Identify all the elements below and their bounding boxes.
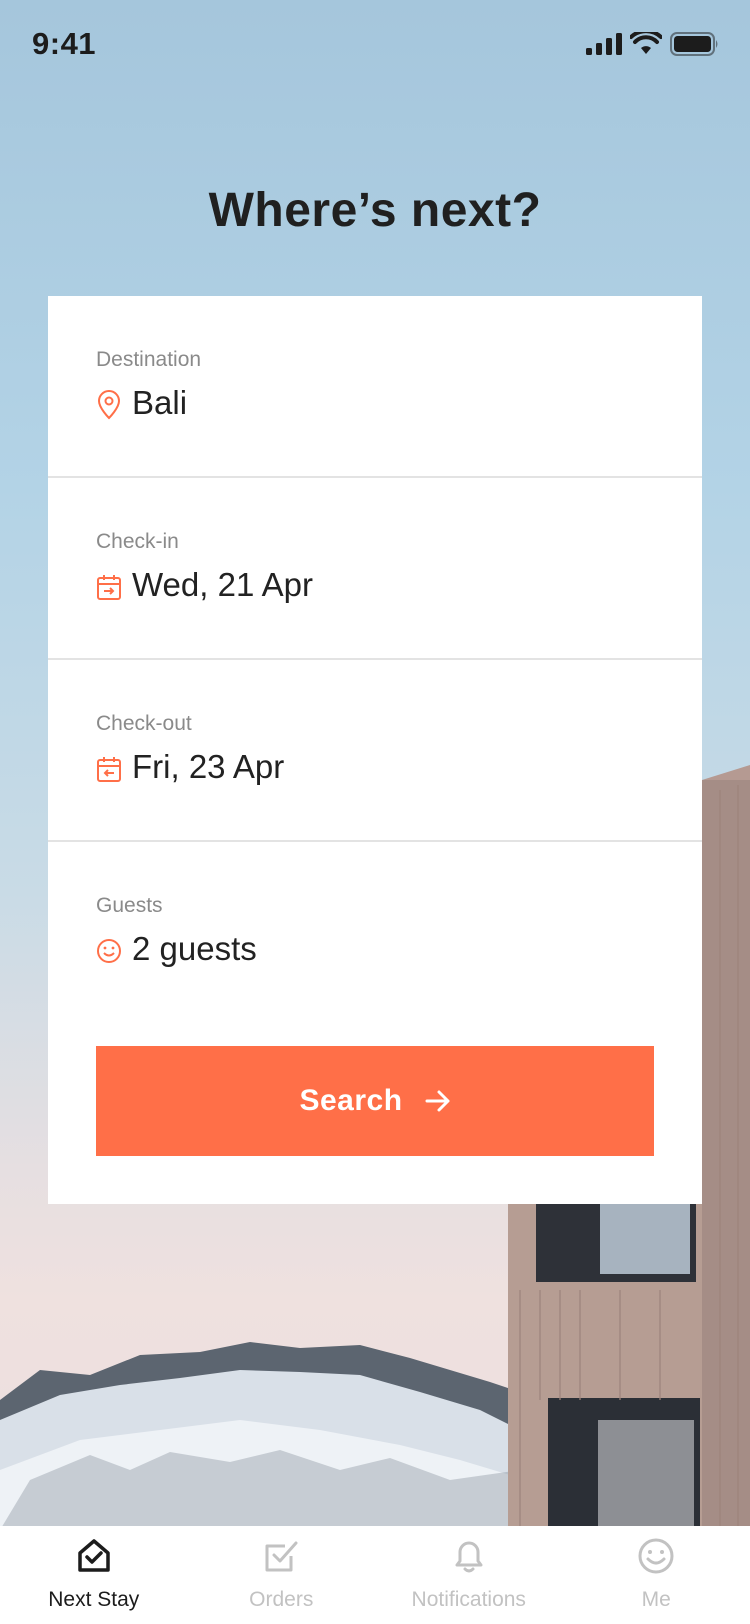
guests-field[interactable]: Guests 2 guests <box>48 842 702 1024</box>
status-bar: 9:41 <box>0 0 750 92</box>
calendar-out-icon <box>97 757 121 782</box>
arrow-right-icon <box>425 1090 450 1112</box>
smiley-icon <box>97 939 121 963</box>
smiley-icon <box>638 1538 674 1574</box>
check-out-field[interactable]: Check-out Fri, 23 Apr <box>48 660 702 842</box>
check-in-label: Check-in <box>96 530 179 553</box>
bell-icon <box>455 1541 483 1573</box>
status-time: 9:41 <box>32 26 97 61</box>
cellular-signal-icon <box>586 33 622 55</box>
search-button[interactable]: Search <box>96 1046 654 1156</box>
location-pin-icon <box>97 390 121 420</box>
tab-label: Next Stay <box>48 1588 140 1611</box>
home-check-icon <box>78 1539 110 1572</box>
destination-label: Destination <box>96 348 202 371</box>
search-button-label: Search <box>299 1084 403 1117</box>
check-out-value: Fri, 23 Apr <box>132 748 285 785</box>
tab-next-stay[interactable]: Next Stay <box>0 1526 188 1624</box>
status-icons <box>586 32 720 56</box>
tab-label: Orders <box>249 1588 314 1611</box>
checkbox-icon <box>265 1541 298 1572</box>
tab-bar: Next Stay Orders Notifications Me <box>0 1526 750 1624</box>
tab-me[interactable]: Me <box>563 1526 750 1624</box>
check-in-field[interactable]: Check-in Wed, 21 Apr <box>48 478 702 660</box>
destination-field[interactable]: Destination Bali <box>48 296 702 478</box>
check-in-value: Wed, 21 Apr <box>132 566 314 603</box>
guests-label: Guests <box>96 894 163 917</box>
calendar-in-icon <box>97 575 121 600</box>
battery-icon <box>670 32 718 56</box>
tab-label: Me <box>641 1588 671 1611</box>
check-out-label: Check-out <box>96 712 192 735</box>
wifi-icon <box>630 32 662 54</box>
tab-notifications[interactable]: Notifications <box>375 1526 563 1624</box>
tab-orders[interactable]: Orders <box>188 1526 376 1624</box>
guests-value: 2 guests <box>132 930 257 967</box>
page-title: Where’s next? <box>208 184 542 237</box>
destination-value: Bali <box>132 384 188 421</box>
search-card: Destination Bali Check-in Wed, 21 Apr Ch… <box>48 296 702 1204</box>
tab-label: Notifications <box>411 1588 526 1611</box>
